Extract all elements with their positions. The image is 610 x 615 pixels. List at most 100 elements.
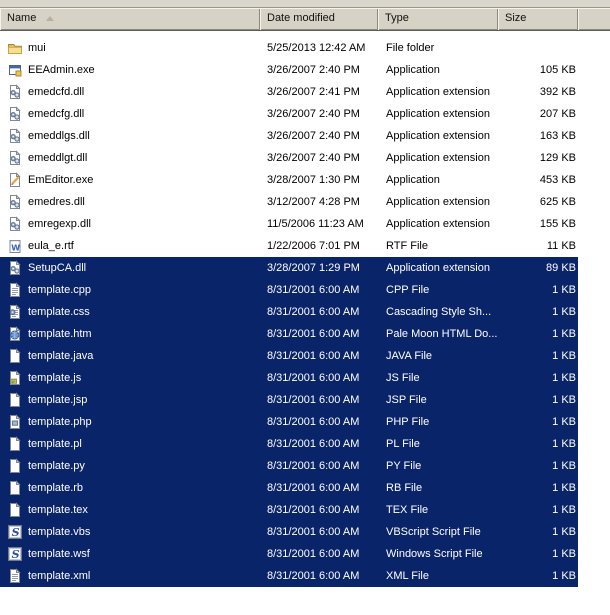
- file-size: 625 KB: [539, 196, 576, 208]
- header-top-strip: [0, 0, 610, 8]
- file-row[interactable]: EEAdmin.exe 3/26/2007 2:40 PM Applicatio…: [0, 59, 578, 81]
- file-row[interactable]: template.cpp 8/31/2001 6:00 AM CPP File …: [0, 279, 578, 301]
- js-icon: [7, 370, 23, 386]
- file-type: JS File: [386, 372, 420, 384]
- file-row[interactable]: template.jsp 8/31/2001 6:00 AM JSP File …: [0, 389, 578, 411]
- file-row[interactable]: emeddlgt.dll 3/26/2007 2:40 PM Applicati…: [0, 147, 578, 169]
- file-type: Application extension: [386, 108, 490, 120]
- file-name-cell: template.rb: [0, 480, 260, 496]
- file-name: template.rb: [28, 482, 84, 494]
- file-size: 11 KB: [546, 240, 576, 252]
- column-header-name-label: Name: [7, 12, 37, 24]
- file-size: 1 KB: [552, 460, 576, 472]
- file-date: 8/31/2001 6:00 AM: [267, 548, 360, 560]
- file-row[interactable]: template.xml 8/31/2001 6:00 AM XML File …: [0, 565, 578, 587]
- file-row[interactable]: template.js 8/31/2001 6:00 AM JS File 1 …: [0, 367, 578, 389]
- file-row[interactable]: EmEditor.exe 3/28/2007 1:30 PM Applicati…: [0, 169, 578, 191]
- file-row[interactable]: template.css 8/31/2001 6:00 AM Cascading…: [0, 301, 578, 323]
- file-name: template.htm: [28, 328, 92, 340]
- column-header-filler: [578, 8, 610, 30]
- file-row[interactable]: emedcfg.dll 3/26/2007 2:40 PM Applicatio…: [0, 103, 578, 125]
- file-name-cell: eula_e.rtf: [0, 238, 260, 254]
- file-row[interactable]: mui 5/25/2013 12:42 AM File folder: [0, 37, 578, 59]
- file-name-cell: template.xml: [0, 568, 260, 584]
- file-size: 1 KB: [552, 372, 576, 384]
- file-date: 3/12/2007 4:28 PM: [267, 196, 360, 208]
- column-header-size[interactable]: Size: [498, 8, 578, 30]
- emeditor-icon: [7, 172, 23, 188]
- file-name: template.tex: [28, 504, 88, 516]
- file-row[interactable]: template.rb 8/31/2001 6:00 AM RB File 1 …: [0, 477, 578, 499]
- file-type: CPP File: [386, 284, 430, 296]
- file-name-cell: template.js: [0, 370, 260, 386]
- file-size: 155 KB: [539, 218, 576, 230]
- column-header-name[interactable]: Name: [0, 8, 260, 30]
- file-row[interactable]: template.wsf 8/31/2001 6:00 AM Windows S…: [0, 543, 578, 565]
- file-size: 207 KB: [539, 108, 576, 120]
- file-list: mui 5/25/2013 12:42 AM File folder EEAdm…: [0, 31, 610, 587]
- file-row[interactable]: template.htm 8/31/2001 6:00 AM Pale Moon…: [0, 323, 578, 345]
- file-name-cell: EEAdmin.exe: [0, 62, 260, 78]
- file-type: Application extension: [386, 152, 490, 164]
- file-name-cell: emedres.dll: [0, 194, 260, 210]
- file-name: template.xml: [28, 570, 91, 582]
- file-type: VBScript Script File: [386, 526, 481, 538]
- file-name: template.css: [28, 306, 90, 318]
- file-size: 1 KB: [552, 482, 576, 494]
- file-row[interactable]: template.tex 8/31/2001 6:00 AM TEX File …: [0, 499, 578, 521]
- file-row[interactable]: emedres.dll 3/12/2007 4:28 PM Applicatio…: [0, 191, 578, 213]
- file-name: emeddlgt.dll: [28, 152, 88, 164]
- column-header-type[interactable]: Type: [378, 8, 498, 30]
- file-type: Cascading Style Sh...: [386, 306, 492, 318]
- file-row[interactable]: emedcfd.dll 3/26/2007 2:41 PM Applicatio…: [0, 81, 578, 103]
- file-name: emeddlgs.dll: [28, 130, 90, 142]
- file-date: 3/28/2007 1:30 PM: [267, 174, 360, 186]
- file-name: template.cpp: [28, 284, 91, 296]
- file-row[interactable]: eula_e.rtf 1/22/2006 7:01 PM RTF File 11…: [0, 235, 578, 257]
- file-row[interactable]: template.vbs 8/31/2001 6:00 AM VBScript …: [0, 521, 578, 543]
- sort-ascending-icon: [46, 16, 55, 21]
- html-icon: [7, 326, 23, 342]
- file-row[interactable]: emregexp.dll 11/5/2006 11:23 AM Applicat…: [0, 213, 578, 235]
- dll-icon: [7, 106, 23, 122]
- file-type: Application extension: [386, 218, 490, 230]
- file-name-cell: template.cpp: [0, 282, 260, 298]
- file-name: template.pl: [28, 438, 82, 450]
- file-row[interactable]: emeddlgs.dll 3/26/2007 2:40 PM Applicati…: [0, 125, 578, 147]
- file-name: emedcfg.dll: [28, 108, 85, 120]
- file-date: 3/26/2007 2:40 PM: [267, 64, 360, 76]
- file-date: 8/31/2001 6:00 AM: [267, 372, 360, 384]
- file-size: 89 KB: [546, 262, 576, 274]
- file-type: Application extension: [386, 86, 490, 98]
- file-type: Application extension: [386, 130, 490, 142]
- file-date: 1/22/2006 7:01 PM: [267, 240, 360, 252]
- file-date: 8/31/2001 6:00 AM: [267, 416, 360, 428]
- file-name-cell: emeddlgt.dll: [0, 150, 260, 166]
- file-row[interactable]: template.php 8/31/2001 6:00 AM PHP File …: [0, 411, 578, 433]
- file-row[interactable]: template.pl 8/31/2001 6:00 AM PL File 1 …: [0, 433, 578, 455]
- vbscript-icon: [8, 525, 22, 540]
- file-type: RTF File: [386, 240, 428, 252]
- file-type: Application extension: [386, 196, 490, 208]
- file-size: 163 KB: [539, 130, 576, 142]
- file-name-cell: template.htm: [0, 326, 260, 342]
- file-name-cell: EmEditor.exe: [0, 172, 260, 188]
- file-size: 1 KB: [552, 416, 576, 428]
- file-name: template.java: [28, 350, 94, 362]
- file-date: 3/26/2007 2:40 PM: [267, 108, 360, 120]
- xml-icon: [7, 568, 23, 584]
- file-size: 1 KB: [552, 548, 576, 560]
- file-name: template.wsf: [28, 548, 90, 560]
- file-row[interactable]: template.java 8/31/2001 6:00 AM JAVA Fil…: [0, 345, 578, 367]
- file-name: template.vbs: [28, 526, 91, 538]
- file-type: PL File: [386, 438, 420, 450]
- file-name-cell: template.tex: [0, 502, 260, 518]
- file-row[interactable]: template.py 8/31/2001 6:00 AM PY File 1 …: [0, 455, 578, 477]
- file-date: 8/31/2001 6:00 AM: [267, 328, 360, 340]
- file-type: Application: [386, 64, 440, 76]
- file-size: 392 KB: [539, 86, 576, 98]
- file-row[interactable]: SetupCA.dll 3/28/2007 1:29 PM Applicatio…: [0, 257, 578, 279]
- file-name: template.jsp: [28, 394, 88, 406]
- column-header-date-modified[interactable]: Date modified: [260, 8, 378, 30]
- file-date: 8/31/2001 6:00 AM: [267, 350, 360, 362]
